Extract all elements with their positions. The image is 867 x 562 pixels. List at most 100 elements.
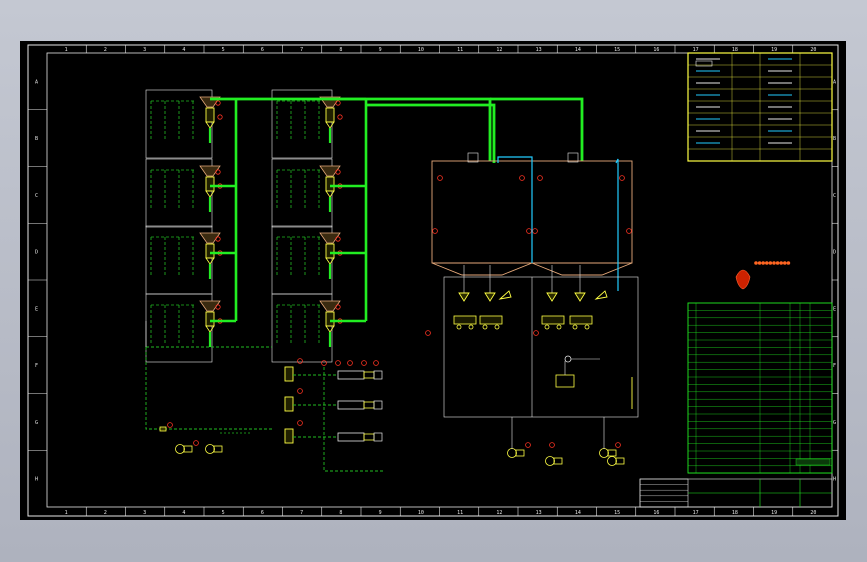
- column-label-bottom: 5: [222, 510, 225, 516]
- bulk-truck: [479, 315, 503, 325]
- valve-block: [159, 426, 167, 432]
- column-label-bottom: 8: [339, 510, 342, 516]
- cyan-pipe: [615, 158, 619, 291]
- receiving-hopper: [319, 300, 341, 312]
- cad-viewport[interactable]: 1 1 2 2 3 3 4 4 5 5 6 6 7 7 8 8 9 9 10 10 11 11 12 12 13 13 14 14 15…: [0, 0, 867, 562]
- filter-unit: [363, 401, 375, 409]
- row-label-left: D: [35, 250, 38, 256]
- bulk-truck: [453, 315, 477, 325]
- column-label-top: 4: [182, 47, 185, 53]
- row-label-right: A: [833, 79, 836, 85]
- logo-dot: [754, 261, 758, 265]
- roots-blower: [545, 456, 555, 466]
- row-label-right: G: [833, 420, 836, 426]
- blower-motor: [615, 457, 625, 465]
- callout-mark: [335, 236, 341, 242]
- callout-mark: [619, 175, 625, 181]
- screw-feeder: [325, 311, 335, 327]
- blower-motor: [553, 457, 563, 465]
- blower-motor: [183, 445, 193, 453]
- discharge-valve: [458, 292, 470, 302]
- dryer-unit: [337, 370, 365, 380]
- callout-mark: [217, 114, 223, 120]
- column-label-bottom: 2: [104, 510, 107, 516]
- row-label-left: H: [35, 477, 38, 483]
- truck-wheel: [456, 324, 462, 330]
- logo-dot: [786, 261, 791, 265]
- discharge-cone: [325, 325, 335, 333]
- callout-mark: [519, 175, 525, 181]
- receiving-hopper: [199, 165, 221, 177]
- row-label-left: E: [35, 306, 38, 312]
- blower-motor: [607, 449, 617, 457]
- discharge-valve: [546, 292, 558, 302]
- control-box: [555, 374, 575, 388]
- column-label-top: 20: [810, 47, 816, 53]
- screw-feeder: [325, 107, 335, 123]
- discharge-cone: [325, 257, 335, 265]
- valve-box: [373, 400, 383, 410]
- callout-mark: [361, 360, 367, 366]
- column-label-bottom: 20: [810, 510, 816, 516]
- discharge-cone: [205, 257, 215, 265]
- column-label-bottom: 13: [536, 510, 542, 516]
- column-label-bottom: 11: [457, 510, 463, 516]
- column-label-bottom: 10: [418, 510, 424, 516]
- callout-mark: [549, 442, 555, 448]
- callout-mark: [626, 228, 632, 234]
- valve-box: [373, 370, 383, 380]
- screw-feeder: [205, 176, 215, 192]
- column-label-bottom: 3: [143, 510, 146, 516]
- callout-mark: [526, 228, 532, 234]
- parts-list-cell: [795, 458, 831, 466]
- callout-mark: [215, 304, 221, 310]
- screw-feeder: [325, 243, 335, 259]
- logo-dot: [764, 261, 769, 265]
- truck-wheel: [584, 324, 590, 330]
- discharge-cone: [205, 190, 215, 198]
- column-label-top: 18: [732, 47, 738, 53]
- column-label-top: 15: [614, 47, 620, 53]
- callout-mark: [321, 360, 327, 366]
- callout-mark: [167, 422, 173, 428]
- roots-blower: [607, 456, 617, 466]
- column-label-bottom: 14: [575, 510, 581, 516]
- row-label-left: C: [35, 193, 38, 199]
- screw-feeder: [205, 311, 215, 327]
- callout-mark: [615, 442, 621, 448]
- row-label-right: F: [833, 363, 836, 369]
- callout-mark: [215, 169, 221, 175]
- silo-cone: [431, 262, 533, 276]
- roots-blower: [205, 444, 215, 454]
- column-label-top: 12: [496, 47, 502, 53]
- column-label-bottom: 9: [379, 510, 382, 516]
- callout-mark: [215, 100, 221, 106]
- column-label-top: 17: [693, 47, 699, 53]
- column-label-top: 7: [300, 47, 303, 53]
- column-label-top: 9: [379, 47, 382, 53]
- column-label-top: 13: [536, 47, 542, 53]
- outer-frame: [27, 44, 839, 517]
- callout-mark: [347, 360, 353, 366]
- receiving-hopper: [199, 300, 221, 312]
- row-label-right: B: [833, 136, 836, 142]
- dashed-air-line: [145, 347, 272, 430]
- row-label-right: C: [833, 193, 836, 199]
- drawing-sheet: 1 1 2 2 3 3 4 4 5 5 6 6 7 7 8 8 9 9 10 10 11 11 12 12 13 13 14 14 15…: [20, 41, 846, 520]
- column-label-top: 10: [418, 47, 424, 53]
- discharge-cone: [205, 121, 215, 129]
- truck-wheel: [572, 324, 578, 330]
- discharge-cone: [205, 325, 215, 333]
- screw-feeder: [205, 107, 215, 123]
- row-label-left: F: [35, 363, 38, 369]
- silo-cone: [531, 262, 633, 276]
- roots-blower: [175, 444, 185, 454]
- column-label-bottom: 6: [261, 510, 264, 516]
- callout-mark: [335, 304, 341, 310]
- column-label-bottom: 4: [182, 510, 185, 516]
- callout-mark: [337, 114, 343, 120]
- column-label-top: 1: [65, 47, 68, 53]
- bulk-truck: [541, 315, 565, 325]
- discharge-valve: [484, 292, 496, 302]
- logo-dot: [775, 261, 780, 265]
